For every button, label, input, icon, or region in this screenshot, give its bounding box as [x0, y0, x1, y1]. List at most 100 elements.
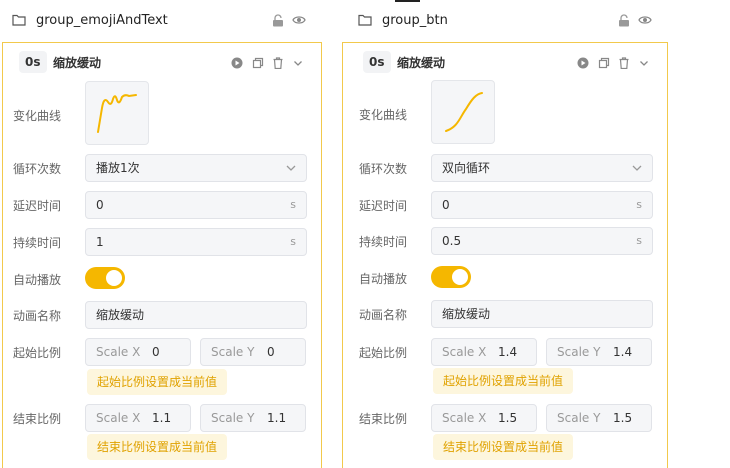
group-title: group_emojiAndText	[36, 13, 168, 28]
curve-graph	[97, 94, 137, 133]
start-scale-label: 起始比例	[13, 346, 62, 360]
duration-value: 0.5	[442, 234, 462, 248]
toggle-knob	[106, 270, 122, 286]
delay-label: 延迟时间	[359, 199, 408, 213]
end-scale-y-input[interactable]: Scale Y 1.1	[200, 404, 306, 432]
end-scale-x-input[interactable]: Scale X 1.1	[85, 404, 191, 432]
animation-card: 0s 缩放缓动 变化曲线 循环次数 双向循环 延迟时间 0 s 持续时间 0.5…	[342, 42, 668, 468]
chevron-down-icon	[286, 165, 296, 171]
set-start-scale-button[interactable]: 起始比例设置成当前值	[433, 368, 574, 394]
end-scale-y-input[interactable]: Scale Y 1.5	[546, 404, 652, 432]
easing-curve-preview[interactable]	[431, 80, 495, 144]
scale-y-label: Scale Y	[557, 411, 601, 425]
folder-icon	[358, 14, 372, 26]
eye-icon[interactable]	[292, 15, 306, 25]
end-scale-x-value: 1.1	[152, 411, 172, 425]
autoplay-label: 自动播放	[359, 272, 408, 286]
chevron-down-icon[interactable]	[292, 57, 304, 69]
delay-unit: s	[290, 198, 296, 211]
name-label: 动画名称	[359, 308, 408, 322]
delay-value: 0	[442, 198, 450, 212]
name-label: 动画名称	[13, 309, 62, 323]
scale-x-label: Scale X	[96, 411, 141, 425]
scale-x-label: Scale X	[442, 345, 487, 359]
card-header[interactable]: 0s 缩放缓动	[3, 43, 321, 79]
duration-input[interactable]: 1 s	[85, 228, 307, 256]
toggle-knob	[452, 269, 468, 285]
delay-input[interactable]: 0 s	[85, 191, 307, 219]
start-scale-y-input[interactable]: Scale Y 0	[200, 338, 306, 366]
card-header[interactable]: 0s 缩放缓动	[343, 43, 667, 79]
scale-x-label: Scale X	[442, 411, 487, 425]
trash-icon[interactable]	[618, 57, 630, 69]
group-title: group_btn	[382, 13, 448, 28]
start-scale-y-value: 1.4	[613, 345, 633, 359]
easing-curve-preview[interactable]	[85, 81, 149, 145]
unlock-icon[interactable]	[272, 14, 284, 27]
curve-graph	[445, 92, 483, 132]
animation-name-value: 缩放缓动	[442, 307, 491, 321]
scale-y-label: Scale Y	[211, 411, 255, 425]
autoplay-toggle[interactable]	[431, 266, 471, 288]
end-scale-label: 结束比例	[13, 412, 62, 426]
set-end-scale-button[interactable]: 结束比例设置成当前值	[433, 434, 574, 460]
animation-name-value: 缩放缓动	[96, 308, 145, 322]
copy-icon[interactable]	[598, 57, 610, 69]
curve-label: 变化曲线	[359, 108, 408, 122]
delay-unit: s	[636, 198, 642, 211]
animation-title: 缩放缓动	[53, 56, 102, 70]
loop-select[interactable]: 播放1次	[85, 154, 307, 182]
eye-icon[interactable]	[638, 15, 652, 25]
start-scale-y-value: 0	[267, 345, 275, 359]
end-scale-x-input[interactable]: Scale X 1.5	[431, 404, 537, 432]
duration-input[interactable]: 0.5 s	[431, 227, 653, 255]
group-header[interactable]: group_emojiAndText	[0, 6, 324, 36]
scale-x-label: Scale X	[96, 345, 141, 359]
set-start-scale-button[interactable]: 起始比例设置成当前值	[87, 369, 228, 395]
time-badge: 0s	[19, 51, 47, 73]
set-end-scale-button[interactable]: 结束比例设置成当前值	[87, 434, 228, 460]
chevron-down-icon[interactable]	[638, 57, 650, 69]
start-scale-x-value: 1.4	[498, 345, 518, 359]
autoplay-label: 自动播放	[13, 273, 62, 287]
chevron-down-icon	[632, 165, 642, 171]
start-scale-x-value: 0	[152, 345, 160, 359]
end-scale-x-value: 1.5	[498, 411, 518, 425]
delay-label: 延迟时间	[13, 199, 62, 213]
copy-icon[interactable]	[252, 57, 264, 69]
play-icon[interactable]	[577, 57, 589, 69]
start-scale-x-input[interactable]: Scale X 1.4	[431, 338, 537, 366]
curve-label: 变化曲线	[13, 109, 62, 123]
animation-card: 0s 缩放缓动 变化曲线 循环次数 播放1次 延迟时间 0 s 持续时间 1 s	[2, 42, 322, 468]
trash-icon[interactable]	[272, 57, 284, 69]
animation-panel-left: group_emojiAndText 0s 缩放缓动 变化曲线 循环次数 播放1…	[0, 0, 324, 468]
scale-y-label: Scale Y	[557, 345, 601, 359]
duration-unit: s	[290, 235, 296, 248]
loop-label: 循环次数	[13, 162, 62, 176]
duration-label: 持续时间	[359, 235, 408, 249]
folder-icon	[12, 14, 26, 26]
time-badge: 0s	[363, 51, 391, 73]
loop-select-value: 双向循环	[442, 161, 491, 175]
end-scale-y-value: 1.5	[613, 411, 633, 425]
end-scale-y-value: 1.1	[267, 411, 287, 425]
start-scale-x-input[interactable]: Scale X 0	[85, 338, 191, 366]
animation-name-input[interactable]: 缩放缓动	[431, 300, 653, 328]
duration-unit: s	[636, 234, 642, 247]
duration-label: 持续时间	[13, 236, 62, 250]
delay-input[interactable]: 0 s	[431, 191, 653, 219]
start-scale-label: 起始比例	[359, 346, 408, 360]
play-icon[interactable]	[231, 57, 243, 69]
scale-y-label: Scale Y	[211, 345, 255, 359]
loop-select-value: 播放1次	[96, 161, 140, 175]
loop-label: 循环次数	[359, 162, 408, 176]
end-scale-label: 结束比例	[359, 412, 408, 426]
unlock-icon[interactable]	[618, 14, 630, 27]
group-header[interactable]: group_btn	[340, 6, 670, 36]
animation-name-input[interactable]: 缩放缓动	[85, 301, 307, 329]
autoplay-toggle[interactable]	[85, 267, 125, 289]
animation-title: 缩放缓动	[397, 56, 446, 70]
loop-select[interactable]: 双向循环	[431, 154, 653, 182]
animation-panel-right: group_btn 0s 缩放缓动 变化曲线 循环次数 双向循环 延迟时间 0 …	[340, 0, 670, 468]
start-scale-y-input[interactable]: Scale Y 1.4	[546, 338, 652, 366]
